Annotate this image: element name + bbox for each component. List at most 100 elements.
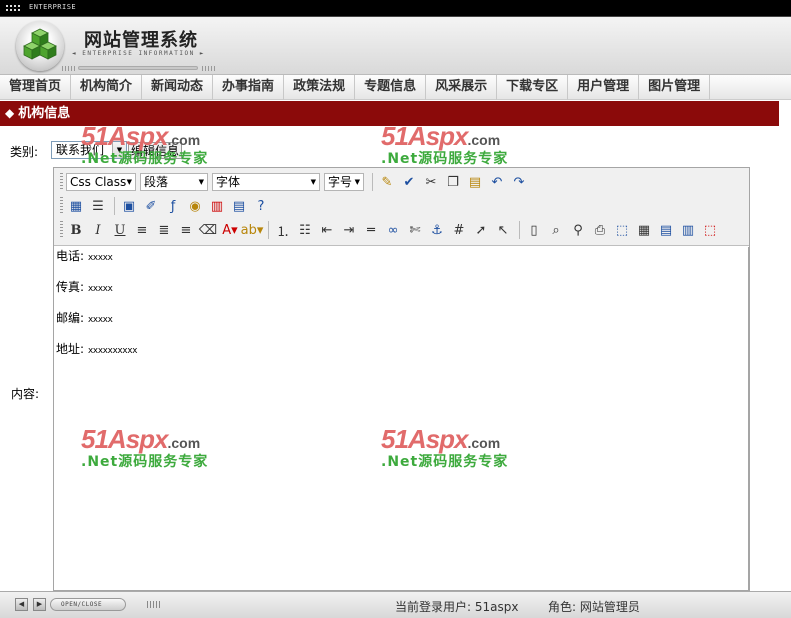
insert-table-icon[interactable]: ▦ [66, 196, 86, 216]
nav-item-downloads[interactable]: 下载专区 [497, 75, 569, 100]
arrow-left-icon[interactable]: ◀ [15, 598, 28, 611]
chevron-down-icon: ▼ [310, 178, 316, 186]
toolbar-separator [114, 197, 115, 215]
line-label: 传真: [56, 280, 85, 294]
paste-icon[interactable]: ▤ [465, 172, 485, 192]
horizontal-rule-icon[interactable]: ═ [361, 220, 381, 240]
rich-text-editor: Css Class ▼ 段落 ▼ 字体 ▼ 字号 ▼ ✎ ✔ ✂ ❐ ▤ ↶ ↷ ▦ ☰… [53, 167, 750, 591]
arrow-right-icon[interactable]: ▶ [33, 598, 46, 611]
unlink-icon[interactable]: ✄ [405, 220, 425, 240]
nav-item-images[interactable]: 图片管理 [639, 75, 711, 100]
main-nav: 管理首页 机构简介 新闻动态 办事指南 政策法规 专题信息 风采展示 下载专区 … [0, 75, 791, 100]
indent-icon[interactable]: ⇥ [339, 220, 359, 240]
content-label: 内容: [11, 387, 40, 401]
top-strip: ENTERPRISE [0, 0, 791, 17]
category-select-value: 联系我们 [56, 143, 105, 157]
decor-ticks [147, 601, 161, 608]
flash-icon[interactable]: ƒ [163, 196, 183, 216]
watermark: 51Aspx.com .Net源码服务专家 [381, 121, 508, 168]
find-icon[interactable]: ⚲ [568, 220, 588, 240]
decor-ticks [202, 66, 216, 71]
watermark-tagline: .Net源码服务专家 [381, 151, 509, 167]
font-dropdown[interactable]: 字体 ▼ [212, 173, 320, 191]
spellcheck-icon[interactable]: ✔ [399, 172, 419, 192]
decor-ticks [62, 66, 76, 71]
insert-image-icon[interactable]: ▣ [119, 196, 139, 216]
unordered-list-icon[interactable]: ☷ [295, 220, 315, 240]
ordered-list-icon[interactable]: ⒈ [273, 220, 293, 240]
select-all-icon[interactable]: ⬚ [612, 220, 632, 240]
borders-icon[interactable]: ⬚ [700, 220, 720, 240]
content-line: 传真: xxxxx [56, 278, 746, 294]
anchor-icon[interactable]: ⚓ [427, 220, 447, 240]
section-title: 机构信息 [18, 106, 71, 121]
line-value: xxxxx [87, 284, 113, 294]
align-left-icon[interactable]: ≡ [132, 220, 152, 240]
insert-form-icon[interactable]: ☰ [88, 196, 108, 216]
table-props-icon[interactable]: ▥ [678, 220, 698, 240]
line-label: 地址: [56, 342, 85, 356]
toolbar-row-1: Css Class ▼ 段落 ▼ 字体 ▼ 字号 ▼ ✎ ✔ ✂ ❐ ▤ ↶ ↷ [60, 171, 531, 193]
media-icon[interactable]: ◉ [185, 196, 205, 216]
font-size-dropdown[interactable]: 字号 ▼ [324, 173, 364, 191]
line-value: xxxxx [87, 253, 113, 263]
nav-item-policy[interactable]: 政策法规 [284, 75, 356, 100]
open-close-toggle[interactable]: OPEN/CLOSE [50, 598, 126, 611]
font-color-icon[interactable]: A▾ [220, 220, 240, 240]
align-right-icon[interactable]: ≡ [176, 220, 196, 240]
table-icon[interactable]: ▤ [656, 220, 676, 240]
nav-item-guide[interactable]: 办事指南 [213, 75, 285, 100]
link-icon[interactable]: ∞ [383, 220, 403, 240]
undo-icon[interactable]: ↶ [487, 172, 507, 192]
category-select[interactable]: 联系我们 ▼ [51, 141, 127, 159]
new-page-icon[interactable]: ▯ [524, 220, 544, 240]
nav-item-news[interactable]: 新闻动态 [142, 75, 214, 100]
bold-icon[interactable]: B [66, 220, 86, 240]
table-cell-icon[interactable]: ▦ [634, 220, 654, 240]
document-icon[interactable]: ▤ [229, 196, 249, 216]
chevron-down-icon: ▼ [126, 178, 132, 186]
outdent-icon[interactable]: ⇤ [317, 220, 337, 240]
role-label: 角色: 网站管理员 [548, 600, 640, 614]
category-label: 类别: [10, 145, 39, 159]
grid-icon [5, 4, 21, 12]
special-char-icon[interactable]: # [449, 220, 469, 240]
image-edit-icon[interactable]: ✐ [141, 196, 161, 216]
css-class-dropdown[interactable]: Css Class ▼ [66, 173, 136, 191]
italic-icon[interactable]: I [88, 220, 108, 240]
status-footer: ◀ ▶ OPEN/CLOSE 当前登录用户: 51aspx 角色: 网站管理员 [0, 591, 791, 618]
highlight-icon[interactable]: ab▾ [241, 220, 264, 240]
pdf-icon[interactable]: ▥ [207, 196, 227, 216]
nav-item-about[interactable]: 机构简介 [71, 75, 143, 100]
chevron-down-icon[interactable]: ▼ [112, 142, 126, 158]
pointer-icon[interactable]: ↖ [493, 220, 513, 240]
underline-icon[interactable]: U [110, 220, 130, 240]
chevron-down-icon: ▼ [198, 178, 204, 186]
pointer-plus-icon[interactable]: ➚ [471, 220, 491, 240]
nav-item-home[interactable]: 管理首页 [0, 75, 72, 100]
cut-icon[interactable]: ✂ [421, 172, 441, 192]
toolbar-separator [519, 221, 520, 239]
paragraph-dropdown[interactable]: 段落 ▼ [140, 173, 208, 191]
eraser-icon[interactable]: ⌫ [198, 220, 218, 240]
help-icon[interactable]: ? [251, 196, 271, 216]
print-icon[interactable]: ⎙ [590, 220, 610, 240]
nav-item-showcase[interactable]: 风采展示 [426, 75, 498, 100]
content-line: 地址: xxxxxxxxxx [56, 340, 746, 356]
nav-item-topics[interactable]: 专题信息 [355, 75, 427, 100]
toolbar-row-2: ▦ ☰ ▣ ✐ ƒ ◉ ▥ ▤ ? [60, 195, 273, 217]
align-center-icon[interactable]: ≣ [154, 220, 174, 240]
toolbar-separator [372, 173, 373, 191]
diamond-icon: ◆ [5, 106, 15, 120]
format-painter-icon[interactable]: ✎ [377, 172, 397, 192]
redo-icon[interactable]: ↷ [509, 172, 529, 192]
editor-content[interactable]: 电话: xxxxx 传真: xxxxx 邮编: xxxxx 地址: xxxxxx… [56, 247, 746, 371]
copy-icon[interactable]: ❐ [443, 172, 463, 192]
preview-icon[interactable]: ⌕ [546, 220, 566, 240]
edit-info-button[interactable]: 编辑信息 [128, 142, 183, 159]
toolbar-handle[interactable] [60, 173, 63, 191]
nav-item-users[interactable]: 用户管理 [568, 75, 640, 100]
toolbar-row-3: B I U ≡ ≣ ≡ ⌫ A▾ ab▾ ⒈ ☷ ⇤ ⇥ ═ ∞ ✄ ⚓ # ➚ [60, 219, 722, 241]
toolbar-handle[interactable] [60, 221, 63, 239]
toolbar-handle[interactable] [60, 197, 63, 215]
